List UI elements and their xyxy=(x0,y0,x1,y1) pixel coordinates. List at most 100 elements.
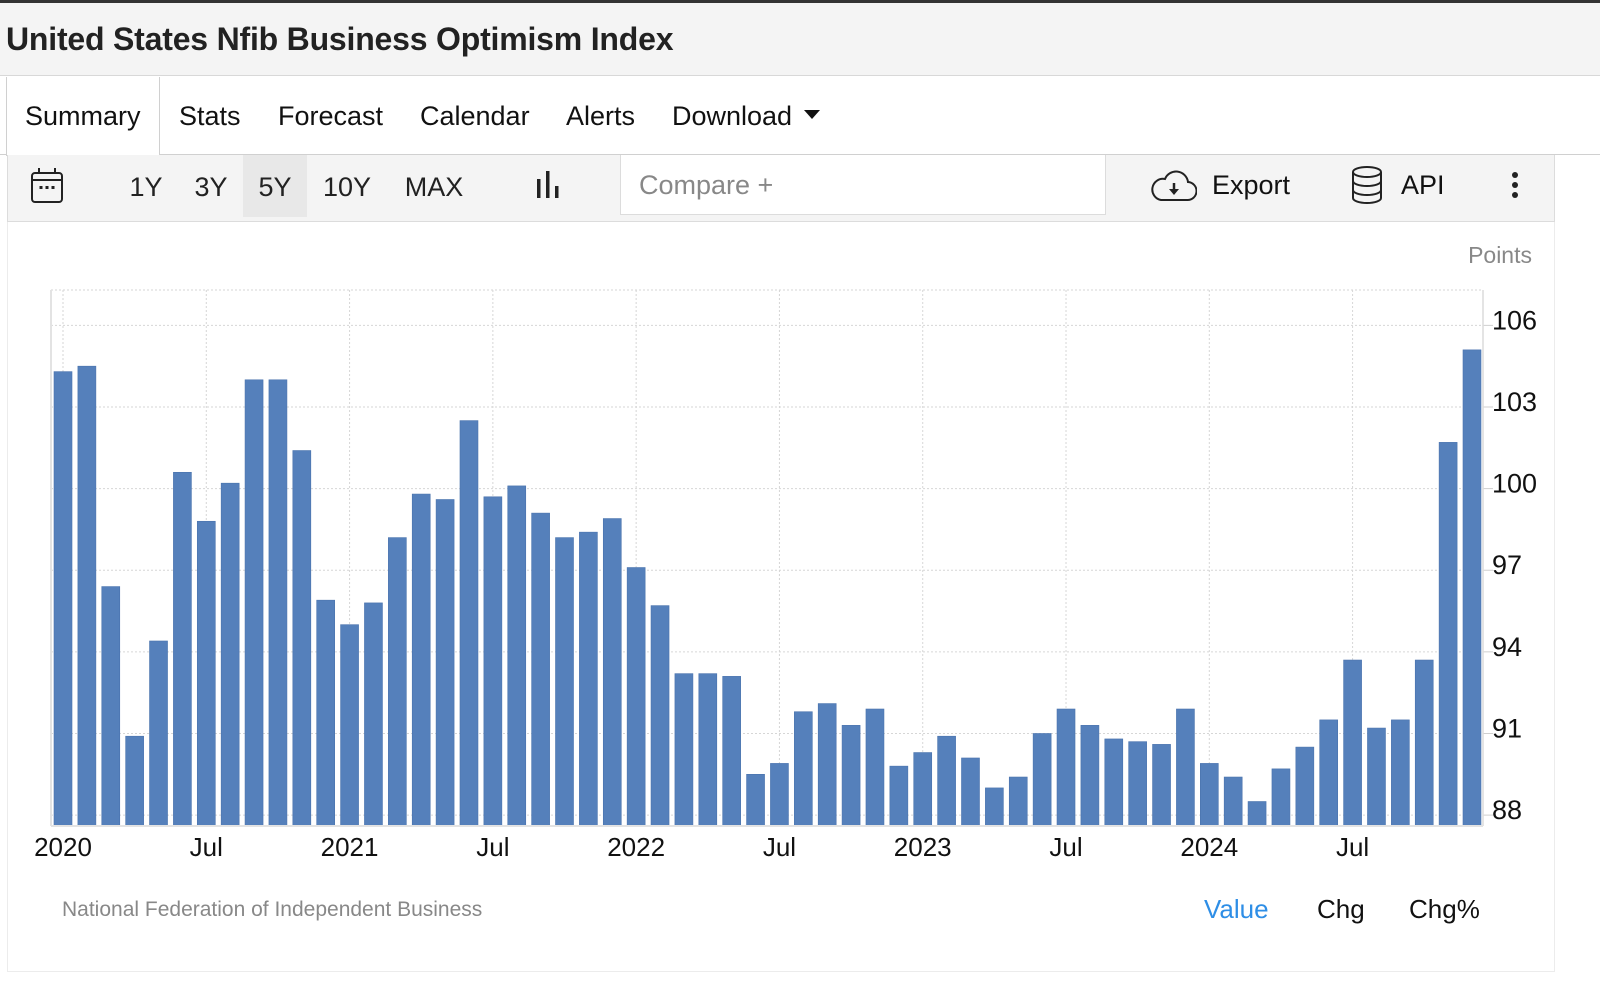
bar xyxy=(149,640,168,827)
range-10y-button[interactable]: 10Y xyxy=(314,155,380,217)
bar xyxy=(411,493,431,827)
bar xyxy=(1032,733,1052,827)
bar xyxy=(268,379,288,827)
bar xyxy=(602,518,622,827)
tab-label: Calendar xyxy=(420,101,530,131)
tab-stats[interactable]: Stats xyxy=(179,77,241,155)
range-max-button[interactable]: MAX xyxy=(394,155,474,217)
bar xyxy=(626,567,646,827)
x-tick-label: Jul xyxy=(763,832,796,862)
bar xyxy=(340,624,359,827)
tab-label: Download xyxy=(672,101,793,131)
bar xyxy=(961,757,980,827)
bar xyxy=(1056,708,1076,827)
bar xyxy=(985,787,1004,827)
bar xyxy=(1367,727,1386,827)
tab-label: Summary xyxy=(25,101,141,131)
range-1y-button[interactable]: 1Y xyxy=(121,155,171,217)
bar xyxy=(1271,768,1291,827)
bar xyxy=(1176,708,1195,827)
tab-calendar[interactable]: Calendar xyxy=(420,77,530,155)
bar-chart-icon[interactable] xyxy=(534,169,564,206)
bar xyxy=(316,599,335,827)
bar xyxy=(125,735,144,827)
bar xyxy=(196,520,216,827)
bar xyxy=(865,708,885,827)
calendar-icon[interactable] xyxy=(30,167,64,210)
chg-toggle[interactable]: Chg xyxy=(1317,894,1365,925)
x-tick-label: 2024 xyxy=(1180,832,1238,862)
tab-label: Forecast xyxy=(278,101,384,131)
bar xyxy=(292,450,312,827)
bar xyxy=(531,512,550,827)
value-toggle[interactable]: Value xyxy=(1204,894,1269,925)
range-5y-button[interactable]: 5Y xyxy=(243,155,307,217)
bar xyxy=(650,605,670,827)
bar xyxy=(1128,741,1147,827)
compare-field[interactable] xyxy=(620,155,1106,215)
bar xyxy=(913,752,933,827)
bar xyxy=(388,537,407,827)
y-tick-label: 103 xyxy=(1492,387,1537,417)
bars xyxy=(53,349,1482,827)
bar xyxy=(459,420,479,827)
tab-forecast[interactable]: Forecast xyxy=(278,77,383,155)
bar xyxy=(937,735,956,827)
bar xyxy=(101,586,121,827)
bar xyxy=(1223,776,1243,827)
bar-chart: 88919497100103106 2020 Jul 2021 Jul 2022 Jul 2… xyxy=(34,289,1537,862)
axes xyxy=(50,290,1493,827)
bar xyxy=(1319,719,1339,827)
bar xyxy=(579,531,598,827)
x-tick-label: Jul xyxy=(190,832,223,862)
chart-panel: Points 88 91 94 97 100 103 106 2020 Jul 2021 Jul 2… xyxy=(7,222,1555,972)
y-tick-label: 97 xyxy=(1492,550,1522,580)
bar xyxy=(1438,442,1458,827)
tab-summary[interactable]: Summary xyxy=(6,77,160,156)
bar xyxy=(220,482,240,827)
range-3y-button[interactable]: 3Y xyxy=(185,155,237,217)
tab-download[interactable]: Download xyxy=(672,77,821,155)
bar xyxy=(1008,776,1028,827)
vertical-ellipsis-icon[interactable] xyxy=(1508,171,1522,206)
bar xyxy=(1200,763,1219,827)
bar xyxy=(53,371,73,827)
x-tick-label: 2022 xyxy=(607,832,665,862)
page-title: United States Nfib Business Optimism Ind… xyxy=(6,21,674,57)
bar xyxy=(722,676,741,827)
bar xyxy=(770,763,789,827)
grid-lines xyxy=(51,289,1483,826)
api-label: API xyxy=(1401,170,1445,200)
x-tick-label: Jul xyxy=(1049,832,1082,862)
bar xyxy=(1247,801,1267,827)
bar xyxy=(1104,738,1124,827)
bar xyxy=(698,673,718,827)
x-tick-labels: 2020 Jul 2021 Jul 2022 Jul 2023 Jul 2024 Jul xyxy=(34,832,1369,862)
x-tick-label: 2021 xyxy=(321,832,379,862)
tab-bar: Summary Stats Forecast Calendar Alerts D… xyxy=(0,77,1600,156)
y-tick-label: 88 xyxy=(1492,795,1522,825)
tab-label: Stats xyxy=(179,101,241,131)
cloud-download-icon xyxy=(1151,169,1198,208)
bar xyxy=(817,703,837,827)
bar xyxy=(435,499,455,827)
x-tick-label: Jul xyxy=(476,832,509,862)
source-label: National Federation of Independent Busin… xyxy=(62,898,483,921)
bar xyxy=(173,471,192,827)
bar xyxy=(1295,746,1315,827)
bar xyxy=(555,537,574,827)
bar xyxy=(841,725,861,827)
compare-input[interactable] xyxy=(639,170,1079,201)
database-icon xyxy=(1350,165,1384,210)
bar xyxy=(1462,349,1482,827)
bar xyxy=(794,711,813,827)
y-tick-labels: 88 91 94 97 100 103 106 xyxy=(1492,305,1537,825)
y-tick-label: 100 xyxy=(1492,469,1537,499)
bar xyxy=(1152,744,1171,827)
tab-alerts[interactable]: Alerts xyxy=(566,77,635,155)
bar xyxy=(507,485,527,827)
chg-percent-toggle[interactable]: Chg% xyxy=(1409,894,1480,925)
y-tick-label: 94 xyxy=(1492,632,1522,662)
bar xyxy=(483,496,503,827)
bar xyxy=(746,774,765,827)
